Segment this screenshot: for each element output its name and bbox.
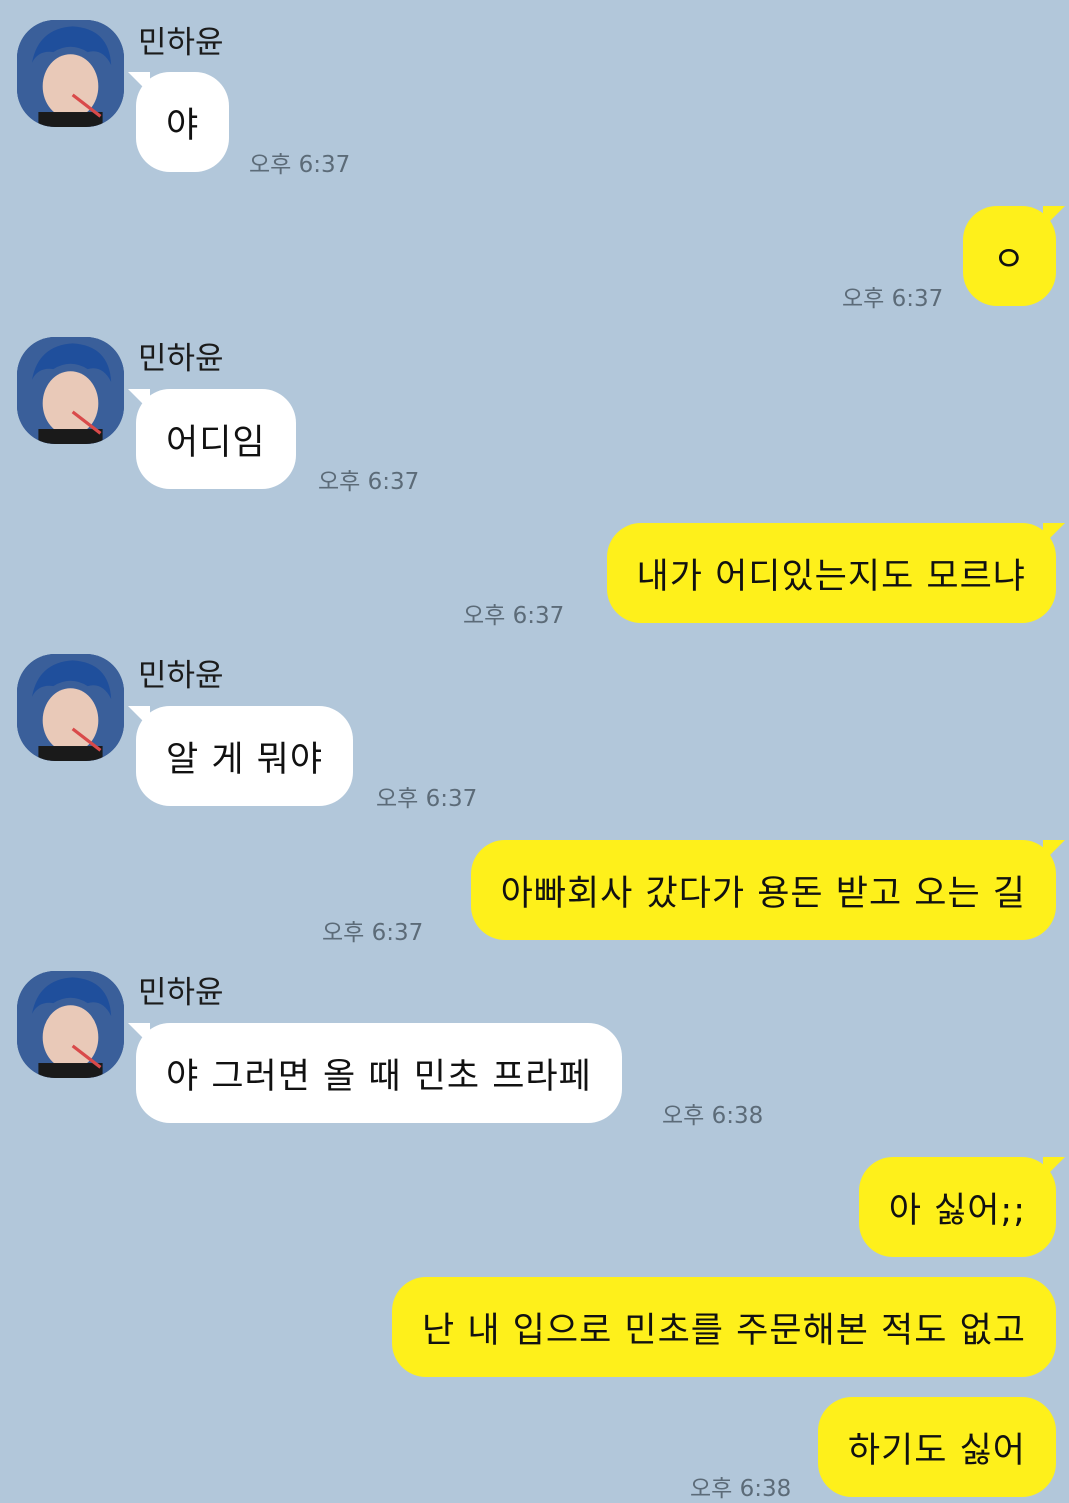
message-bubble-incoming[interactable]: 어디임: [136, 389, 296, 489]
profile-photo-icon: [17, 654, 124, 761]
avatar[interactable]: [17, 20, 124, 127]
message-time: 오후 6:37: [842, 286, 944, 312]
profile-photo-icon: [17, 337, 124, 444]
message-bubble-outgoing[interactable]: 내가 어디있는지도 모르냐: [606, 523, 1056, 623]
message-bubble-incoming[interactable]: 알 게 뭐야: [136, 706, 354, 806]
profile-photo-icon: [17, 20, 124, 127]
message-bubble-outgoing[interactable]: 난 내 입으로 민초를 주문해본 적도 없고: [392, 1277, 1056, 1377]
message-bubble-outgoing[interactable]: 하기도 싫어: [817, 1397, 1056, 1497]
message-bubble-outgoing[interactable]: 아 싫어;;: [858, 1157, 1056, 1257]
sender-name: 민하윤: [138, 25, 224, 61]
message-time: 오후 6:38: [690, 1476, 792, 1502]
message-bubble-incoming[interactable]: 야 그러면 올 때 민초 프라페: [136, 1023, 622, 1123]
message-time: 오후 6:37: [463, 603, 565, 629]
profile-photo-icon: [17, 971, 124, 1078]
message-time: 오후 6:37: [322, 920, 424, 946]
avatar[interactable]: [17, 654, 124, 761]
sender-name: 민하윤: [138, 341, 224, 377]
avatar[interactable]: [17, 971, 124, 1078]
avatar[interactable]: [17, 337, 124, 444]
sender-name: 민하윤: [138, 975, 224, 1011]
message-time: 오후 6:38: [662, 1103, 764, 1129]
message-bubble-incoming[interactable]: 야: [136, 72, 230, 172]
message-time: 오후 6:37: [249, 152, 351, 178]
message-bubble-outgoing[interactable]: ㅇ: [962, 206, 1056, 306]
message-bubble-outgoing[interactable]: 아빠회사 갔다가 용돈 받고 오는 길: [470, 840, 1056, 940]
message-time: 오후 6:37: [318, 469, 420, 495]
sender-name: 민하윤: [138, 658, 224, 694]
message-time: 오후 6:37: [376, 786, 478, 812]
